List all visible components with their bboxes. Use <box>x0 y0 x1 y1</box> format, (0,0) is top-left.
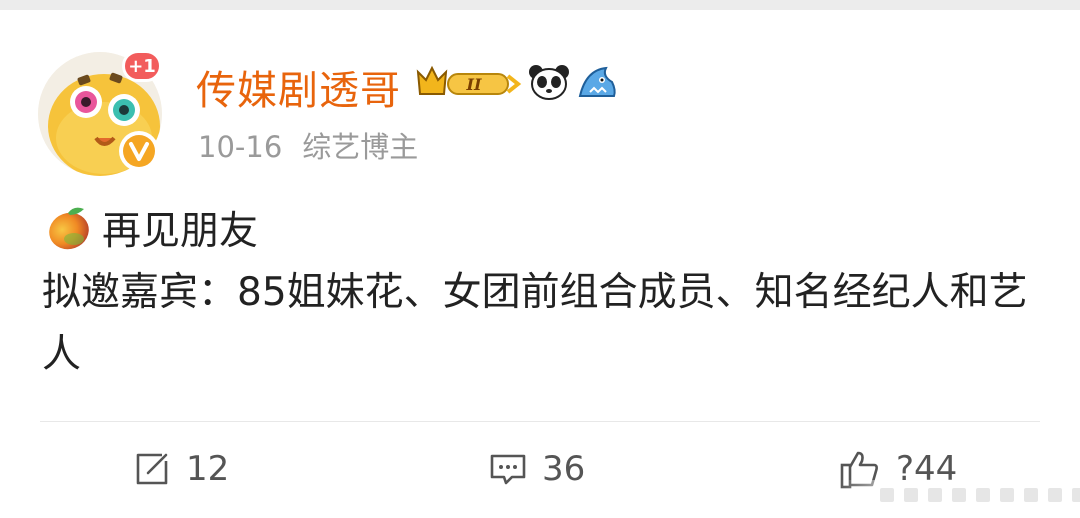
mango-icon <box>49 207 89 250</box>
username[interactable]: 传媒剧透哥 <box>196 58 401 116</box>
user-tag: 综艺博主 <box>302 130 419 164</box>
comment-count: 36 <box>542 449 586 489</box>
comment-icon <box>490 454 526 485</box>
post-meta: 10-16 综艺博主 <box>198 124 418 166</box>
verified-v-icon <box>118 130 160 172</box>
shark-icon <box>578 66 616 97</box>
share-icon <box>136 453 168 485</box>
watermark <box>880 488 1080 502</box>
post-title-line: 再见朋友 <box>44 200 258 256</box>
vip-crown-icon[interactable]: II <box>414 62 522 102</box>
post-body: 拟邀嘉宾：85姐妹花、女团前组合成员、知名经纪人和艺人 <box>42 270 1028 377</box>
user-badges: II <box>414 60 618 104</box>
comment-button[interactable]: 36 <box>488 446 585 492</box>
vip-level-label: II <box>466 75 482 94</box>
panda-icon <box>529 65 569 100</box>
notification-badge: +1 <box>122 50 162 82</box>
post-title: 再见朋友 <box>102 209 259 254</box>
post-date: 10-16 <box>198 130 283 164</box>
share-button[interactable]: 12 <box>132 446 229 492</box>
share-count: 12 <box>186 449 230 489</box>
top-strip <box>0 0 1080 10</box>
divider <box>40 421 1040 422</box>
